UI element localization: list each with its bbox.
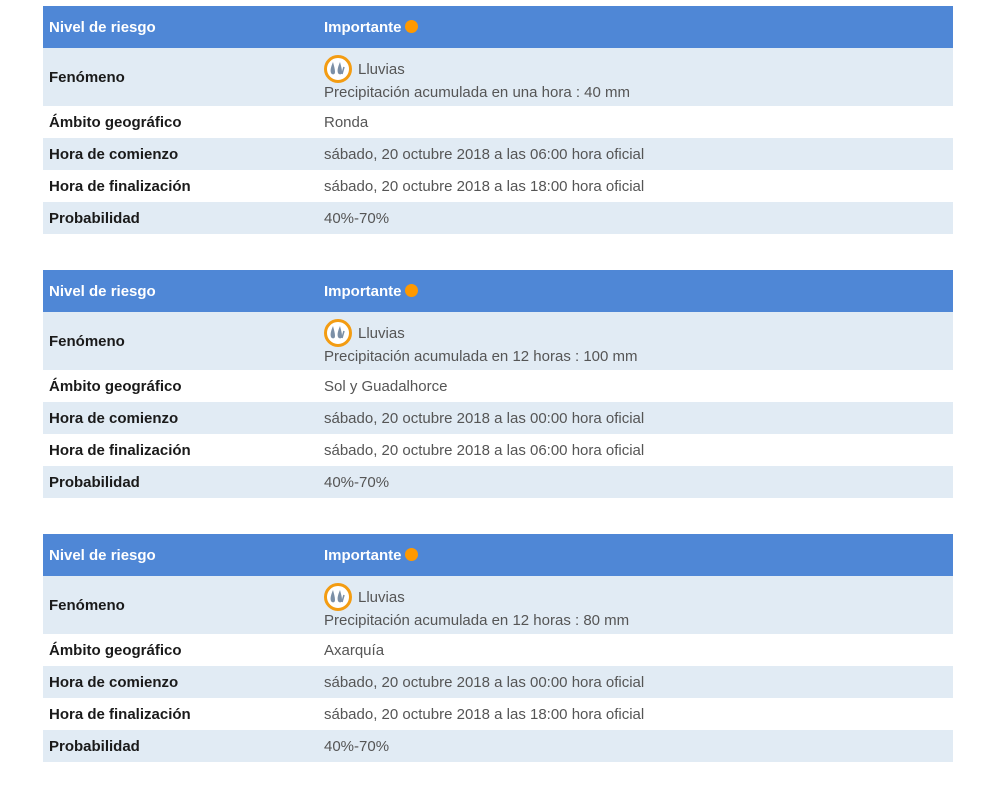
probability-value: 40%-70%	[324, 737, 390, 755]
risk-level-text: Importante	[324, 546, 402, 564]
start-label: Hora de comienzo	[49, 409, 179, 427]
probability-label: Probabilidad	[49, 737, 140, 755]
phenomenon-label: Fenómeno	[49, 596, 125, 614]
risk-level-value: Importante	[318, 270, 953, 312]
risk-level-text: Importante	[324, 18, 402, 36]
risk-level-value: Importante	[318, 534, 953, 576]
phenomenon-value: Lluvias Precipitación acumulada en 12 ho…	[318, 312, 953, 370]
area-row: Ámbito geográfico Ronda	[43, 106, 953, 138]
risk-level-row: Nivel de riesgo Importante	[43, 6, 953, 48]
end-label: Hora de finalización	[49, 705, 191, 723]
start-value: sábado, 20 octubre 2018 a las 00:00 hora…	[324, 409, 645, 427]
end-label: Hora de finalización	[49, 441, 191, 459]
phenomenon-label: Fenómeno	[49, 68, 125, 86]
phenomenon-row: Fenómeno Lluvias Precipitación acumulada…	[43, 576, 953, 634]
end-row: Hora de finalización sábado, 20 octubre …	[43, 698, 953, 730]
phenomenon-name: Lluvias	[358, 588, 405, 606]
end-label: Hora de finalización	[49, 177, 191, 195]
warning-table: Nivel de riesgo Importante Fenómeno Lluv…	[43, 534, 953, 762]
probability-label: Probabilidad	[49, 473, 140, 491]
phenomenon-value: Lluvias Precipitación acumulada en 12 ho…	[318, 576, 953, 634]
risk-level-value: Importante	[318, 6, 953, 48]
area-row: Ámbito geográfico Axarquía	[43, 634, 953, 666]
phenomenon-label: Fenómeno	[49, 332, 125, 350]
phenomenon-name: Lluvias	[358, 60, 405, 78]
area-label: Ámbito geográfico	[49, 377, 182, 395]
phenomenon-detail: Precipitación acumulada en 12 horas : 80…	[324, 612, 630, 629]
risk-level-text: Importante	[324, 282, 402, 300]
rain-icon	[324, 583, 352, 611]
start-value: sábado, 20 octubre 2018 a las 06:00 hora…	[324, 145, 645, 163]
start-row: Hora de comienzo sábado, 20 octubre 2018…	[43, 138, 953, 170]
warning-table: Nivel de riesgo Importante Fenómeno Lluv…	[43, 270, 953, 498]
rain-icon	[324, 319, 352, 347]
start-row: Hora de comienzo sábado, 20 octubre 2018…	[43, 402, 953, 434]
end-row: Hora de finalización sábado, 20 octubre …	[43, 170, 953, 202]
risk-level-row: Nivel de riesgo Importante	[43, 270, 953, 312]
probability-label: Probabilidad	[49, 209, 140, 227]
phenomenon-detail: Precipitación acumulada en una hora : 40…	[324, 84, 631, 101]
phenomenon-row: Fenómeno Lluvias Precipitación acumulada…	[43, 312, 953, 370]
risk-level-label: Nivel de riesgo	[49, 18, 156, 36]
risk-level-label: Nivel de riesgo	[49, 546, 156, 564]
start-row: Hora de comienzo sábado, 20 octubre 2018…	[43, 666, 953, 698]
warnings-page: Nivel de riesgo Importante Fenómeno Lluv…	[0, 0, 986, 794]
orange-dot-icon	[404, 19, 418, 33]
area-label: Ámbito geográfico	[49, 113, 182, 131]
area-value: Ronda	[324, 113, 369, 131]
end-row: Hora de finalización sábado, 20 octubre …	[43, 434, 953, 466]
warning-table: Nivel de riesgo Importante Fenómeno Lluv…	[43, 6, 953, 234]
orange-dot-icon	[404, 283, 418, 297]
area-label: Ámbito geográfico	[49, 641, 182, 659]
phenomenon-detail: Precipitación acumulada en 12 horas : 10…	[324, 348, 638, 365]
area-value: Sol y Guadalhorce	[324, 377, 448, 395]
start-label: Hora de comienzo	[49, 673, 179, 691]
end-value: sábado, 20 octubre 2018 a las 18:00 hora…	[324, 177, 645, 195]
probability-value: 40%-70%	[324, 473, 390, 491]
end-value: sábado, 20 octubre 2018 a las 06:00 hora…	[324, 441, 645, 459]
rain-icon	[324, 55, 352, 83]
orange-dot-icon	[404, 547, 418, 561]
risk-level-label: Nivel de riesgo	[49, 282, 156, 300]
area-row: Ámbito geográfico Sol y Guadalhorce	[43, 370, 953, 402]
probability-row: Probabilidad 40%-70%	[43, 730, 953, 762]
area-value: Axarquía	[324, 641, 385, 659]
phenomenon-name: Lluvias	[358, 324, 405, 342]
phenomenon-value: Lluvias Precipitación acumulada en una h…	[318, 48, 953, 106]
start-label: Hora de comienzo	[49, 145, 179, 163]
probability-row: Probabilidad 40%-70%	[43, 202, 953, 234]
probability-value: 40%-70%	[324, 209, 390, 227]
end-value: sábado, 20 octubre 2018 a las 18:00 hora…	[324, 705, 645, 723]
risk-level-row: Nivel de riesgo Importante	[43, 534, 953, 576]
probability-row: Probabilidad 40%-70%	[43, 466, 953, 498]
phenomenon-row: Fenómeno Lluvias Precipitación acumulada…	[43, 48, 953, 106]
start-value: sábado, 20 octubre 2018 a las 00:00 hora…	[324, 673, 645, 691]
